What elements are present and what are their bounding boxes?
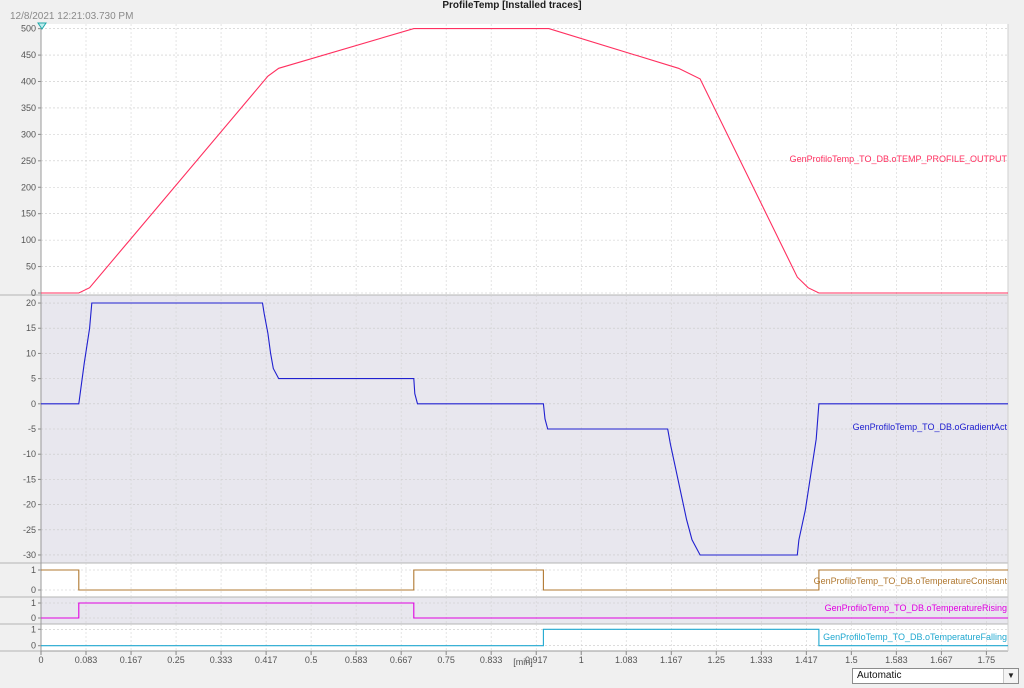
y-tick-label: 0: [31, 585, 36, 595]
series-label: GenProfiloTemp_TO_DB.oTemperatureFalling: [823, 632, 1007, 642]
x-tick-label: 0.5: [305, 655, 318, 665]
y-tick-label: 400: [21, 77, 36, 87]
y-tick-label: 1: [31, 565, 36, 575]
scaling-mode-dropdown[interactable]: Automatic ▼: [852, 668, 1019, 684]
x-tick-label: 0.333: [210, 655, 233, 665]
x-axis-label: [min]: [513, 657, 533, 667]
y-tick-label: 250: [21, 156, 36, 166]
y-tick-label: -5: [28, 424, 36, 434]
x-tick-label: 0.167: [120, 655, 143, 665]
y-tick-label: -30: [23, 550, 36, 560]
x-tick-label: 0.417: [255, 655, 278, 665]
triangle-down-icon[interactable]: ▼: [1003, 669, 1018, 683]
y-tick-label: 0: [31, 641, 36, 651]
y-tick-label: -25: [23, 525, 36, 535]
x-tick-label: 1.25: [708, 655, 726, 665]
y-tick-label: -15: [23, 474, 36, 484]
x-tick-label: 0.083: [75, 655, 98, 665]
x-tick-label: 1.333: [750, 655, 773, 665]
x-tick-label: 0.583: [345, 655, 368, 665]
y-tick-label: -20: [23, 500, 36, 510]
x-tick-label: 0: [38, 655, 43, 665]
y-tick-label: 100: [21, 235, 36, 245]
trace-chart[interactable]: 05010015020025030035040045050020151050-5…: [0, 0, 1024, 668]
x-tick-label: 1.583: [885, 655, 908, 665]
x-tick-label: 1.75: [978, 655, 996, 665]
x-tick-label: 1.5: [845, 655, 858, 665]
x-tick-label: 1.417: [795, 655, 818, 665]
y-tick-label: 1: [31, 624, 36, 634]
y-tick-label: 450: [21, 50, 36, 60]
x-tick-label: 1.167: [660, 655, 683, 665]
y-tick-label: 200: [21, 182, 36, 192]
series-label: GenProfiloTemp_TO_DB.oTemperatureConstan…: [814, 576, 1008, 586]
series-label: GenProfiloTemp_TO_DB.oTemperatureRising: [825, 603, 1007, 613]
scaling-mode-value: Automatic: [857, 670, 902, 681]
x-tick-label: 0.25: [167, 655, 185, 665]
y-tick-label: 500: [21, 24, 36, 34]
y-tick-label: 0: [31, 399, 36, 409]
x-tick-label: 1.083: [615, 655, 638, 665]
plot-backgrounds: [41, 24, 1008, 651]
y-tick-label: 20: [26, 298, 36, 308]
y-tick-label: 350: [21, 103, 36, 113]
y-tick-label: -10: [23, 449, 36, 459]
y-tick-label: 150: [21, 209, 36, 219]
y-tick-label: 5: [31, 374, 36, 384]
y-tick-label: 15: [26, 323, 36, 333]
y-tick-label: 300: [21, 129, 36, 139]
y-tick-label: 0: [31, 288, 36, 298]
x-tick-label: 0.75: [437, 655, 455, 665]
y-tick-label: 50: [26, 262, 36, 272]
y-tick-label: 1: [31, 598, 36, 608]
y-tick-label: 0: [31, 613, 36, 623]
series-label: GenProfiloTemp_TO_DB.oTEMP_PROFILE_OUTPU…: [790, 154, 1008, 164]
x-tick-label: 0.833: [480, 655, 503, 665]
series-label: GenProfiloTemp_TO_DB.oGradientAct: [853, 422, 1008, 432]
x-tick-label: 0.667: [390, 655, 413, 665]
y-tick-label: 10: [26, 348, 36, 358]
x-tick-label: 1.667: [930, 655, 953, 665]
x-tick-label: 1: [579, 655, 584, 665]
